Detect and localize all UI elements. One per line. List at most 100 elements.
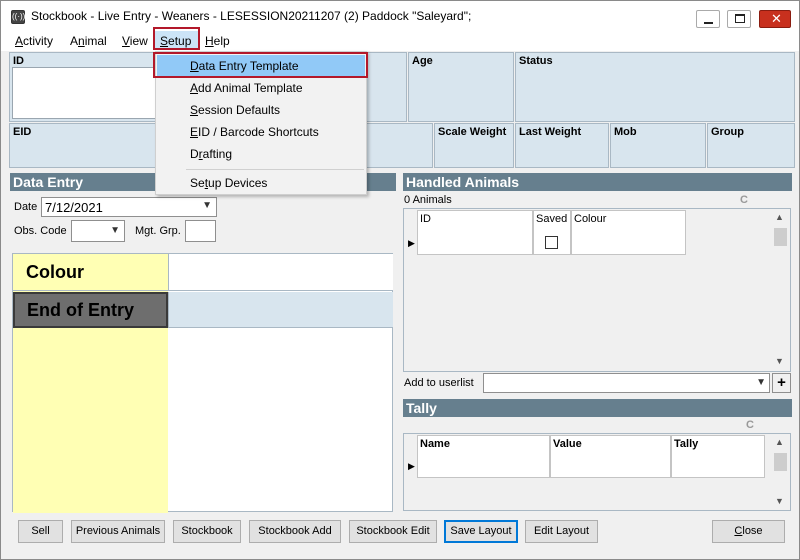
maximize-icon (735, 14, 745, 23)
save-layout-button[interactable]: Save Layout (444, 520, 518, 543)
mob-label: Mob (614, 126, 637, 138)
date-label: Date (14, 201, 38, 213)
chevron-down-icon: ▼ (110, 225, 120, 236)
mgt-grp-input[interactable] (185, 220, 216, 242)
data-entry-grid: Colour End of Entry (12, 253, 393, 513)
maximize-button[interactable] (727, 10, 751, 28)
handled-scrollbar[interactable]: ▲ ▼ (772, 210, 790, 370)
menu-item-post: ession Defaults (198, 103, 281, 117)
title-bar: ((·)) Stockbook - Live Entry - Weaners -… (1, 1, 799, 31)
saved-checkbox[interactable] (545, 236, 558, 249)
id-input[interactable] (12, 67, 162, 119)
stockbook-add-button[interactable]: Stockbook Add (249, 520, 341, 543)
sell-button[interactable]: Sell (18, 520, 63, 543)
menu-activity-accel: A (15, 34, 24, 48)
eid-label: EID (13, 126, 32, 138)
handled-col-saved-label: Saved (536, 213, 568, 225)
menu-view[interactable]: View (122, 34, 148, 48)
mgt-grp-label: Mgt. Grp. (135, 225, 181, 237)
tally-scrollbar[interactable]: ▲ ▼ (772, 435, 790, 510)
menu-item-post: afting (202, 147, 233, 161)
window-title: Stockbook - Live Entry - Weaners - LESES… (31, 9, 472, 23)
menu-help-accel: H (205, 34, 214, 48)
group-label: Group (711, 126, 744, 138)
tally-grid: ▶ Name Value Tally ▲ ▼ (403, 433, 791, 511)
menu-item-session-defaults[interactable]: Session Defaults (157, 99, 365, 121)
menu-item-post: dd Animal Template (198, 81, 303, 95)
menu-item-drafting[interactable]: Drafting (157, 143, 365, 165)
age-panel: Age (408, 52, 514, 122)
stockbook-window: ((·)) Stockbook - Live Entry - Weaners -… (0, 0, 800, 560)
menu-item-setup-devices[interactable]: Setup Devices (157, 172, 365, 194)
handled-col-id[interactable]: ID (417, 210, 533, 255)
date-picker[interactable]: 7/12/2021 ▼ (41, 197, 217, 217)
tally-col-value-label: Value (553, 438, 582, 450)
menu-activity-post: ctivity (23, 34, 54, 48)
date-value: 7/12/2021 (45, 200, 103, 215)
scale-weight-panel: Scale Weight (434, 123, 514, 168)
colour-row-label: Colour (13, 254, 168, 291)
status-label: Status (519, 55, 553, 67)
add-to-userlist-button[interactable]: + (772, 373, 791, 393)
obs-code-label: Obs. Code (14, 225, 67, 237)
mob-panel: Mob (610, 123, 706, 168)
scroll-thumb[interactable] (774, 453, 787, 471)
close-button-post: lose (742, 525, 763, 537)
tally-col-value[interactable]: Value (550, 435, 671, 478)
close-button[interactable]: Close (712, 520, 785, 543)
handled-col-colour-label: Colour (574, 213, 607, 225)
chevron-down-icon: ▼ (202, 200, 212, 211)
menu-activity[interactable]: Activity (15, 34, 53, 48)
menu-item-eid-barcode-shortcuts[interactable]: EID / Barcode Shortcuts (157, 121, 365, 143)
userlist-dropdown[interactable]: ▼ (483, 373, 770, 393)
menu-item-add-animal-template[interactable]: Add Animal Template (157, 77, 365, 99)
stockbook-edit-button[interactable]: Stockbook Edit (349, 520, 437, 543)
end-of-entry-row-label[interactable]: End of Entry (13, 292, 168, 328)
end-of-entry-row-value (168, 292, 393, 328)
scale-weight-label: Scale Weight (438, 126, 507, 138)
menu-item-accel: S (190, 103, 199, 117)
menu-item-pre: D (190, 147, 199, 161)
menu-item-post: up Devices (208, 176, 268, 190)
scroll-down-icon: ▼ (775, 356, 784, 366)
tally-col-tally-label: Tally (674, 438, 699, 450)
scroll-thumb[interactable] (774, 228, 787, 246)
menu-item-post: ID / Barcode Shortcuts (198, 125, 319, 139)
handled-animals-grid: ▶ ID Saved Colour ▲ ▼ (403, 208, 791, 372)
handled-animals-corner: C (740, 194, 748, 206)
menu-setup-annotation-box (153, 27, 200, 50)
row-indicator-icon: ▶ (408, 461, 415, 471)
app-icon: ((·)) (11, 10, 25, 24)
edit-layout-button[interactable]: Edit Layout (525, 520, 598, 543)
menu-animal-accel: n (78, 34, 85, 48)
menu-separator (186, 169, 364, 170)
menu-help-post: elp (213, 34, 230, 48)
obs-code-dropdown[interactable]: ▼ (71, 220, 125, 242)
menu-item-pre: Se (190, 176, 205, 190)
handled-col-colour[interactable]: Colour (571, 210, 686, 255)
age-label: Age (412, 55, 433, 67)
menu-item-accel: A (190, 81, 199, 95)
menu-bar: Activity Animal View Help (1, 31, 799, 51)
tally-col-name-label: Name (420, 438, 450, 450)
add-to-userlist-label: Add to userlist (404, 377, 474, 389)
menu-view-post: iew (129, 34, 148, 48)
handled-animals-header: Handled Animals (403, 173, 792, 191)
minimize-button[interactable] (696, 10, 720, 28)
previous-animals-button[interactable]: Previous Animals (71, 520, 165, 543)
close-window-button[interactable]: ✕ (759, 10, 791, 28)
tally-header: Tally (403, 399, 792, 417)
menu-animal-post: imal (84, 34, 107, 48)
scroll-up-icon: ▲ (775, 437, 784, 447)
menu-help[interactable]: Help (205, 34, 230, 48)
stockbook-button[interactable]: Stockbook (173, 520, 241, 543)
tally-col-name[interactable]: Name (417, 435, 550, 478)
menu-animal-pre: A (70, 34, 79, 48)
scroll-up-icon: ▲ (775, 212, 784, 222)
minimize-icon (704, 22, 713, 24)
colour-row-value[interactable] (168, 254, 393, 291)
tally-col-tally[interactable]: Tally (671, 435, 765, 478)
data-entry-template-annotation-box (153, 52, 368, 78)
last-weight-label: Last Weight (519, 126, 582, 138)
menu-animal[interactable]: Animal (70, 34, 107, 48)
